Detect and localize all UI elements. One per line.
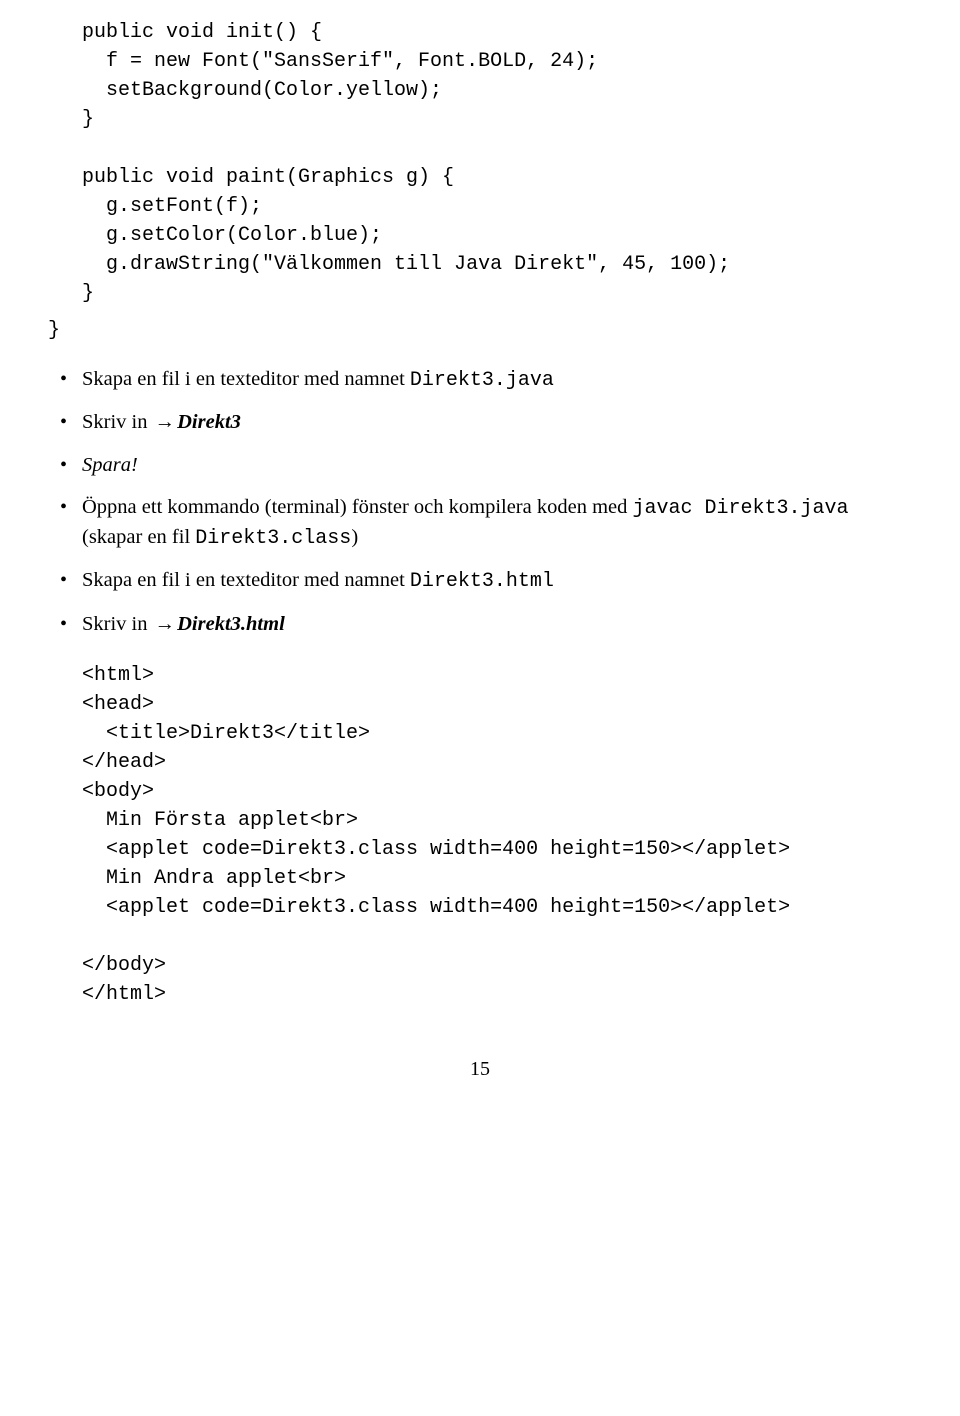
ref-direkt3-html: Direkt3.html bbox=[177, 613, 285, 635]
text: Skriv in bbox=[82, 411, 153, 433]
ref-direkt3: Direkt3 bbox=[177, 411, 241, 433]
text: ) bbox=[351, 526, 358, 548]
text: Öppna ett kommando (terminal) fönster oc… bbox=[82, 496, 633, 518]
text: Skriv in bbox=[82, 613, 153, 635]
text: (skapar en fil bbox=[82, 526, 195, 548]
cmd-javac: javac Direkt3.java bbox=[633, 497, 849, 520]
html-code-block: <html> <head> <title>Direkt3</title> </h… bbox=[82, 661, 912, 1009]
code-method-block: public void init() { f = new Font("SansS… bbox=[82, 18, 912, 308]
bullet-create-html-file: Skapa en fil i en texteditor med namnet … bbox=[48, 566, 912, 596]
filename-html: Direkt3.html bbox=[410, 570, 554, 593]
code-class-close: } bbox=[48, 316, 912, 345]
html-sample: <html> <head> <title>Direkt3</title> </h… bbox=[82, 661, 912, 1009]
text: Skapa en fil i en texteditor med namnet bbox=[82, 368, 410, 390]
file-class: Direkt3.class bbox=[195, 527, 351, 550]
text: Skapa en fil i en texteditor med namnet bbox=[82, 569, 410, 591]
bullet-compile: Öppna ett kommando (terminal) fönster oc… bbox=[48, 493, 912, 554]
text-spara: Spara! bbox=[82, 454, 138, 476]
arrow-icon: → bbox=[153, 610, 178, 639]
page-number: 15 bbox=[48, 1055, 912, 1083]
bullet-create-java-file: Skapa en fil i en texteditor med namnet … bbox=[48, 365, 912, 395]
filename-java: Direkt3.java bbox=[410, 369, 554, 392]
arrow-icon: → bbox=[153, 408, 178, 437]
code-init-paint: public void init() { f = new Font("SansS… bbox=[82, 18, 912, 308]
bullet-save: Spara! bbox=[48, 451, 912, 480]
bullet-write-direkt3-html: Skriv in →Direkt3.html bbox=[48, 610, 912, 639]
bullet-write-direkt3: Skriv in →Direkt3 bbox=[48, 408, 912, 437]
instruction-list: Skapa en fil i en texteditor med namnet … bbox=[48, 365, 912, 639]
